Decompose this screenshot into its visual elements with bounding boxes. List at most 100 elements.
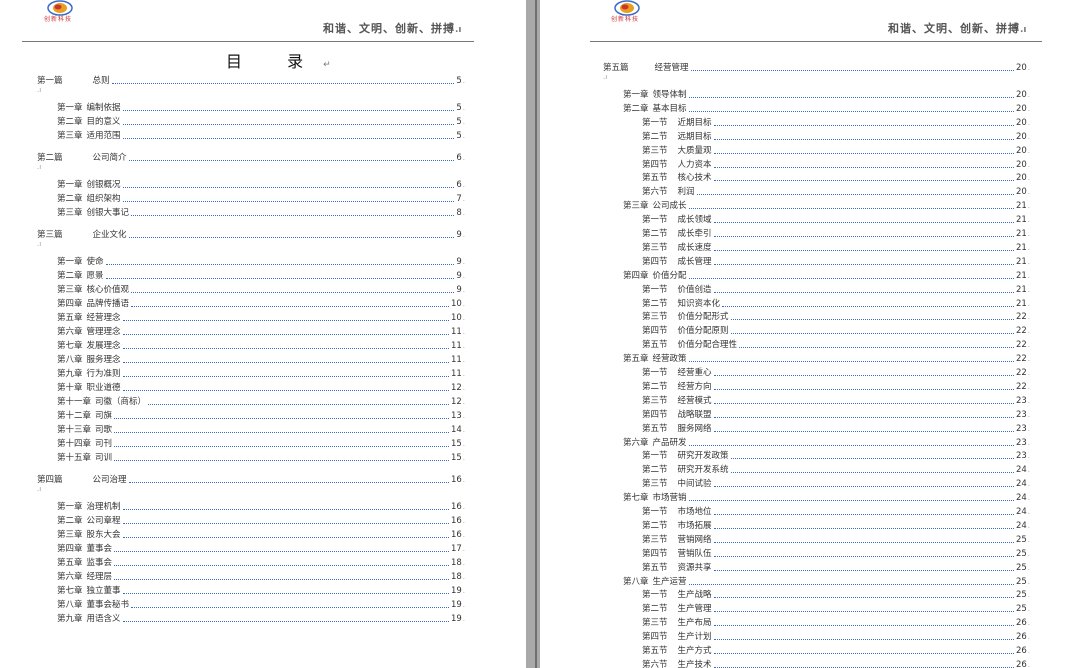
- toc-entry-number: 第二章: [57, 516, 83, 526]
- toc-entry-section[interactable]: 第四节 人力资本 20: [642, 158, 1030, 170]
- toc-entry-chapter[interactable]: 第五章 经营政策 22: [623, 352, 1030, 364]
- toc-entry-section[interactable]: 第三节 中间试验 24: [642, 477, 1030, 489]
- toc-entry-section[interactable]: 第六节 利润 20: [642, 185, 1030, 197]
- toc-entry-section[interactable]: 第四节 营销队伍 25: [642, 547, 1030, 559]
- toc-entry-section[interactable]: 第四节 战略联盟 23: [642, 408, 1030, 420]
- toc-entry-number: 第五节: [642, 423, 668, 434]
- toc-entry-chapter[interactable]: 第七章 市场营销 24: [623, 491, 1030, 503]
- toc-entry-part[interactable]: 第三篇 企业文化 9: [37, 228, 465, 240]
- toc-entry-chapter[interactable]: 第一章 领导体制 20: [623, 88, 1030, 100]
- toc-entry-section[interactable]: 第三节 成长速度 21: [642, 241, 1030, 253]
- toc-entry-section[interactable]: 第一节 价值创造 21: [642, 283, 1030, 295]
- toc-entry-chapter[interactable]: 第五章 监事会 18: [57, 556, 465, 568]
- toc-entry-section[interactable]: 第四节 价值分配原则 22: [642, 324, 1030, 336]
- toc-page-number: 26: [1016, 618, 1030, 628]
- toc-entry-section[interactable]: 第一节 市场地位 24: [642, 505, 1030, 517]
- toc-entry-section[interactable]: 第五节 资源共享 25: [642, 561, 1030, 573]
- toc-entry-section[interactable]: 第三节 经营模式 23: [642, 394, 1030, 406]
- toc-entry-section[interactable]: 第五节 价值分配合理性 22: [642, 338, 1030, 350]
- toc-entry-chapter[interactable]: 第七章 发展理念 11: [57, 339, 465, 351]
- toc-entry-chapter[interactable]: 第二章 基本目标 20: [623, 102, 1030, 114]
- toc-entry-chapter[interactable]: 第八章 董事会秘书 19: [57, 598, 465, 610]
- toc-entry-chapter[interactable]: 第十一章 司徽（商标） 12: [57, 395, 465, 407]
- toc-page-number: 11: [451, 341, 465, 351]
- toc-entry-section[interactable]: 第二节 成长牵引 21: [642, 227, 1030, 239]
- toc-entry-chapter[interactable]: 第六章 产品研发 23: [623, 436, 1030, 448]
- toc-entry-chapter[interactable]: 第一章 治理机制 16: [57, 500, 465, 512]
- toc-entry-chapter[interactable]: 第十五章 司训 15: [57, 451, 465, 463]
- toc-leader-dots: [713, 235, 1014, 237]
- toc-entry-chapter[interactable]: 第二章 公司章程 16: [57, 514, 465, 526]
- toc-entry-section[interactable]: 第五节 生产方式 26: [642, 644, 1030, 656]
- toc-entry-chapter[interactable]: 第三章 核心价值观 9: [57, 283, 465, 295]
- toc-entry-chapter[interactable]: 第十三章 司歌 14: [57, 423, 465, 435]
- toc-leader-dots: [730, 318, 1014, 321]
- toc-entry-chapter[interactable]: 第五章 经营理念 10: [57, 311, 465, 323]
- toc-page-number: 23: [1016, 410, 1030, 420]
- toc-entry-section[interactable]: 第四节 成长管理 21: [642, 255, 1030, 267]
- toc-entry-label: 第十三章 司歌: [57, 425, 112, 435]
- toc-leader-dots: [713, 388, 1014, 390]
- toc-entry-section[interactable]: 第二节 知识资本化 21: [642, 297, 1030, 309]
- toc-entry-chapter[interactable]: 第二章 目的意义 5: [57, 115, 465, 127]
- toc-entry-section[interactable]: 第一节 经营重心 22: [642, 366, 1030, 378]
- toc-entry-section[interactable]: 第二节 经营方向 22: [642, 380, 1030, 392]
- toc-entry-chapter[interactable]: 第三章 创银大事记 8: [57, 206, 465, 218]
- toc-page-number: 20: [1016, 90, 1030, 100]
- toc-entry-section[interactable]: 第二节 远期目标 20: [642, 130, 1030, 142]
- toc-entry-chapter[interactable]: 第四章 品牌传播语 10: [57, 297, 465, 309]
- toc-entry-section[interactable]: 第六节 生产技术 26: [642, 658, 1030, 668]
- toc-entry-chapter[interactable]: 第四章 价值分配 21: [623, 269, 1030, 281]
- toc-entry-chapter[interactable]: 第九章 行为准则 11: [57, 367, 465, 379]
- toc-entry-part[interactable]: 第五篇 经营管理 20: [603, 61, 1030, 73]
- toc-entry-label: 第一节 市场地位: [642, 507, 712, 517]
- toc-entry-section[interactable]: 第三节 生产布局 26: [642, 616, 1030, 628]
- toc-entry-section[interactable]: 第三节 营销网络 25: [642, 533, 1030, 545]
- toc-entry-chapter[interactable]: 第八章 生产运营 25: [623, 575, 1030, 587]
- toc-entry-chapter[interactable]: 第二章 愿景 9: [57, 269, 465, 281]
- toc-page-number: 5: [456, 103, 465, 113]
- toc-entry-chapter[interactable]: 第一章 编制依据 5: [57, 101, 465, 113]
- toc-entry-chapter[interactable]: 第一章 创银概况 6: [57, 178, 465, 190]
- toc-entry-chapter[interactable]: 第三章 适用范围 5: [57, 129, 465, 141]
- toc-entry-section[interactable]: 第一节 近期目标 20: [642, 116, 1030, 128]
- toc-entry-chapter[interactable]: 第八章 服务理念 11: [57, 353, 465, 365]
- toc-entry-section[interactable]: 第一节 成长领域 21: [642, 213, 1030, 225]
- toc-entry-section[interactable]: 第二节 研究开发系统 24: [642, 463, 1030, 475]
- toc-entry-section[interactable]: 第二节 生产管理 25: [642, 602, 1030, 614]
- toc-entry-chapter[interactable]: 第三章 公司成长 21: [623, 199, 1030, 211]
- toc-entry-chapter[interactable]: 第十四章 司刊 15: [57, 437, 465, 449]
- toc-leader-dots: [713, 402, 1014, 404]
- toc-entry-title: 创银概况: [86, 180, 121, 190]
- toc-entry-part[interactable]: 第二篇 公司简介 6: [37, 151, 465, 163]
- toc-entry-section[interactable]: 第一节 生产战略 25: [642, 588, 1030, 600]
- toc-entry-chapter[interactable]: 第七章 独立董事 19: [57, 584, 465, 596]
- toc-entry-chapter[interactable]: 第四章 董事会 17: [57, 542, 465, 554]
- toc-entry-part[interactable]: 第四篇 公司治理 16: [37, 473, 465, 485]
- toc-page-number: 15: [451, 453, 465, 463]
- toc-leader-dots: [131, 291, 455, 293]
- toc-entry-label: 第一章 治理机制: [57, 502, 121, 512]
- toc-page-number: 13: [451, 411, 465, 421]
- toc-entry-chapter[interactable]: 第一章 使命 9: [57, 255, 465, 267]
- toc-entry-title: 价值分配原则: [677, 326, 729, 337]
- toc-entry-number: 第三章: [57, 208, 83, 218]
- toc-entry-section[interactable]: 第三节 大质量观 20: [642, 144, 1030, 156]
- toc-entry-chapter[interactable]: 第九章 用语含义 19: [57, 612, 465, 624]
- toc-entry-section[interactable]: 第二节 市场拓展 24: [642, 519, 1030, 531]
- toc-entry-chapter[interactable]: 第六章 经理层 18: [57, 570, 465, 582]
- toc-entry-chapter[interactable]: 第十二章 司旗 13: [57, 409, 465, 421]
- toc-entry-section[interactable]: 第四节 生产计划 26: [642, 630, 1030, 642]
- toc-entry-chapter[interactable]: 第二章 组织架构 7: [57, 192, 465, 204]
- toc-entry-section[interactable]: 第五节 核心技术 20: [642, 171, 1030, 183]
- toc-entry-chapter[interactable]: 第十章 职业道德 12: [57, 381, 465, 393]
- toc-entry-section[interactable]: 第三节 价值分配形式 22: [642, 310, 1030, 322]
- toc-entry-number: 第七章: [623, 493, 649, 504]
- toc-entry-part[interactable]: 第一篇 总则 5: [37, 74, 465, 86]
- toc-entry-title: 营销队伍: [677, 548, 712, 559]
- toc-entry-section[interactable]: 第一节 研究开发政策 23: [642, 449, 1030, 461]
- toc-leader-dots: [713, 179, 1014, 182]
- toc-entry-section[interactable]: 第五节 服务网络 23: [642, 422, 1030, 434]
- toc-entry-chapter[interactable]: 第三章 股东大会 16: [57, 528, 465, 540]
- toc-entry-chapter[interactable]: 第六章 管理理念 11: [57, 325, 465, 337]
